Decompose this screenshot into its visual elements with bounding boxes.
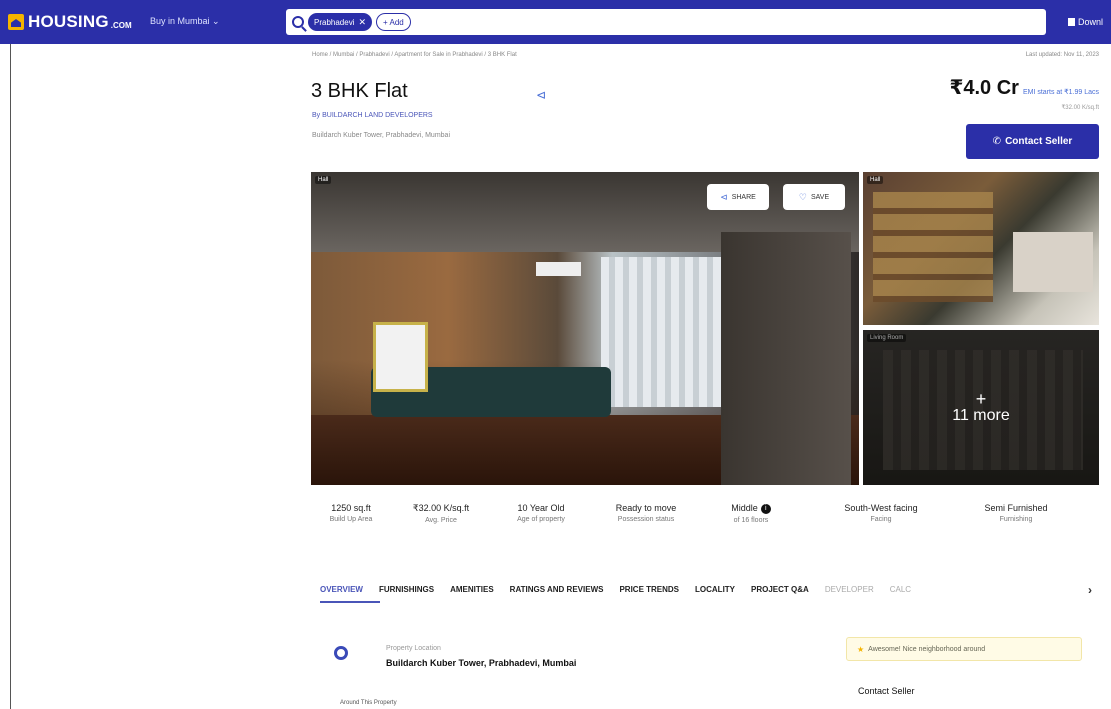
stat-value: Semi Furnished xyxy=(984,503,1048,513)
stat-label: Age of property xyxy=(517,516,565,523)
neighborhood-badge: ★ Awesome! Nice neighborhood around xyxy=(846,637,1082,661)
stat-value-wrap: Middle i xyxy=(701,503,801,514)
side-photo-hall[interactable]: Hall xyxy=(863,172,1099,325)
share-icon[interactable]: ⊲ xyxy=(536,88,546,102)
add-locality-button[interactable]: + Add xyxy=(376,13,411,31)
tab-developer[interactable]: DEVELOPER xyxy=(825,585,874,594)
photo-pillar xyxy=(721,232,851,485)
photo-bed xyxy=(1013,232,1093,292)
logo-sub: .COM xyxy=(110,20,132,30)
photo-board xyxy=(373,322,428,392)
tab-calc[interactable]: CALC xyxy=(890,585,911,594)
phone-icon: ✆ xyxy=(992,136,1002,147)
location-pin-icon xyxy=(334,646,348,660)
search-bar[interactable]: Prabhadevi ✕ + Add xyxy=(286,9,1046,35)
city-selector[interactable]: Buy in Mumbai ⌄ xyxy=(150,16,220,27)
info-icon[interactable]: i xyxy=(760,503,771,514)
save-label: SAVE xyxy=(810,193,830,201)
price-per-sqft: ₹32.00 K/sq.ft xyxy=(1061,105,1099,111)
contact-seller-footer[interactable]: Contact Seller xyxy=(858,686,915,696)
plus-icon: + xyxy=(975,388,987,409)
side-photo-more[interactable]: Living Room + 11 more xyxy=(863,330,1099,485)
last-updated: Last updated: Nov 11, 2023 xyxy=(1025,52,1099,58)
contact-seller-button[interactable]: ✆ Contact Seller xyxy=(966,124,1099,159)
photo-shelf xyxy=(873,192,993,302)
property-address: Buildarch Kuber Tower, Prabhadevi, Mumba… xyxy=(312,132,451,139)
close-icon[interactable]: ✕ xyxy=(358,17,366,28)
heart-icon: ♡ xyxy=(798,191,807,202)
locality-chip[interactable]: Prabhadevi ✕ xyxy=(308,13,373,31)
chevron-right-icon[interactable]: › xyxy=(1088,583,1092,597)
stat-furnishing: Semi Furnished Furnishing xyxy=(961,503,1071,525)
main-photo[interactable]: Hall ⊲ SHARE ♡ SAVE xyxy=(311,172,859,485)
star-icon: ★ xyxy=(857,644,865,654)
stat-label: Possession status xyxy=(617,516,675,523)
stat-label: Build Up Area xyxy=(329,516,373,523)
neighborhood-text: Awesome! Nice neighborhood around xyxy=(868,645,986,653)
emi-link[interactable]: EMI starts at ₹1.99 Lacs xyxy=(1023,88,1099,96)
photo-ac xyxy=(536,262,581,276)
tab-ratings[interactable]: RATINGS AND REVIEWS xyxy=(510,585,604,594)
share-button[interactable]: ⊲ SHARE xyxy=(707,184,769,210)
tab-overview[interactable]: OVERVIEW xyxy=(320,585,380,603)
property-stats: 1250 sq.ft Build Up Area ₹32.00 K/sq.ft … xyxy=(311,503,1101,525)
download-label: Downl xyxy=(1078,17,1104,27)
around-property-heading: Around This Property xyxy=(340,700,397,706)
tab-furnishings[interactable]: FURNISHINGS xyxy=(379,585,434,594)
photo-curtain xyxy=(601,257,731,407)
stat-value: 10 Year Old xyxy=(517,503,565,513)
stat-label: Furnishing xyxy=(999,516,1033,523)
stat-possession: Ready to move Possession status xyxy=(591,503,701,525)
page-title: 3 BHK Flat xyxy=(311,80,408,102)
more-photos-label: 11 more xyxy=(952,406,1010,424)
tab-project-qa[interactable]: PROJECT Q&A xyxy=(751,585,809,594)
download-app-button[interactable]: Downl xyxy=(1068,17,1103,27)
left-divider xyxy=(10,44,11,709)
more-photos-overlay[interactable]: + 11 more xyxy=(863,330,1099,485)
stat-value: Middle xyxy=(731,503,758,513)
photo-tag: Hall xyxy=(867,176,884,184)
stat-label: Facing xyxy=(870,516,892,523)
location-label: Property Location xyxy=(386,645,441,652)
stat-area: 1250 sq.ft Build Up Area xyxy=(311,503,391,525)
house-logo-icon xyxy=(8,14,24,30)
search-icon xyxy=(292,16,304,28)
top-nav-bar: HOUSING .COM Buy in Mumbai ⌄ Prabhadevi … xyxy=(0,0,1111,44)
stat-label: of 16 floors xyxy=(733,516,769,524)
save-button[interactable]: ♡ SAVE xyxy=(783,184,845,210)
tab-locality[interactable]: LOCALITY xyxy=(695,585,735,594)
stat-facing: South-West facing Facing xyxy=(801,503,961,525)
share-icon: ⊲ xyxy=(720,191,728,202)
breadcrumb[interactable]: Home / Mumbai / Prabhadevi / Apartment f… xyxy=(312,52,517,58)
contact-label: Contact Seller xyxy=(1005,136,1073,147)
chip-label: Prabhadevi xyxy=(314,17,355,27)
stat-value: South-West facing xyxy=(844,503,918,513)
tab-amenities[interactable]: AMENITIES xyxy=(450,585,494,594)
logo-text: HOUSING xyxy=(28,12,109,31)
section-tabs: OVERVIEW FURNISHINGS AMENITIES RATINGS A… xyxy=(320,583,1100,603)
photo-tag: Hall xyxy=(315,176,332,184)
stat-label: Avg. Price xyxy=(425,517,457,524)
stat-value: Ready to move xyxy=(615,503,677,513)
tab-price-trends[interactable]: PRICE TRENDS xyxy=(619,585,679,594)
phone-download-icon xyxy=(1068,18,1075,26)
stat-value: ₹32.00 K/sq.ft xyxy=(412,503,470,513)
stat-floor: Middle i of 16 floors xyxy=(701,503,801,525)
location-value: Buildarch Kuber Tower, Prabhadevi, Mumba… xyxy=(386,658,577,668)
stat-value: 1250 sq.ft xyxy=(331,503,371,513)
share-label: SHARE xyxy=(731,193,756,201)
price: ₹4.0 Cr xyxy=(949,77,1019,99)
builder-link[interactable]: By BUILDARCH LAND DEVELOPERS xyxy=(312,112,433,119)
price-row: ₹4.0 Cr EMI starts at ₹1.99 Lacs xyxy=(949,75,1099,100)
stat-avg-price: ₹32.00 K/sq.ft Avg. Price xyxy=(391,503,491,525)
stat-age: 10 Year Old Age of property xyxy=(491,503,591,525)
housing-logo[interactable]: HOUSING .COM xyxy=(8,12,132,32)
